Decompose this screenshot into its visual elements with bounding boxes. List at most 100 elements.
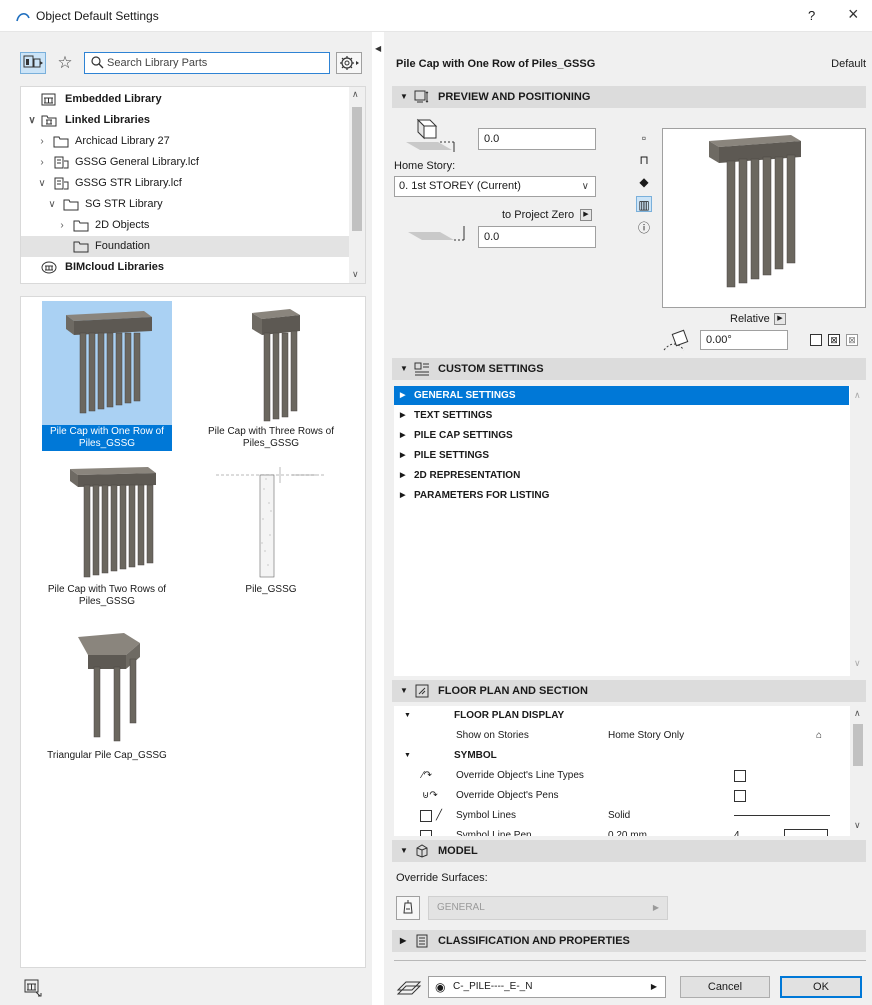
- plan-view-icon[interactable]: ▫: [636, 130, 652, 146]
- symbol-line-icon: ╱: [436, 810, 443, 821]
- top-offset-input[interactable]: 0.0: [478, 128, 596, 150]
- library-view-icon[interactable]: [20, 52, 46, 74]
- ok-button[interactable]: OK: [780, 976, 862, 998]
- tree-item-2d-objects[interactable]: › 2D Objects: [21, 215, 351, 236]
- collapse-triangle-icon[interactable]: ▼: [400, 86, 408, 108]
- collapse-triangle-icon[interactable]: ▼: [404, 706, 411, 726]
- symbol-line-pen-checkbox[interactable]: [420, 830, 432, 836]
- scrollbar-thumb[interactable]: [853, 724, 863, 766]
- tree-item-linked-libraries[interactable]: ∨ Linked Libraries: [21, 110, 351, 131]
- custom-item-text-settings[interactable]: ▶ TEXT SETTINGS: [394, 406, 849, 425]
- top-offset-icon: [406, 118, 456, 152]
- scrollbar-thumb[interactable]: [352, 107, 362, 231]
- object-tile-three-rows[interactable]: Pile Cap with Three Rows of Piles_GSSG: [191, 301, 351, 451]
- mirror-y-icon[interactable]: ⊠: [846, 334, 858, 346]
- info-icon[interactable]: ⓘ: [636, 220, 652, 236]
- chevron-down-icon[interactable]: ∨: [37, 173, 47, 194]
- panel-splitter[interactable]: ◀: [372, 32, 384, 1005]
- scroll-up-icon[interactable]: ∧: [854, 708, 861, 719]
- tree-item-foundation[interactable]: Foundation: [21, 236, 351, 257]
- layer-select[interactable]: ◉ C-_PILE----_E-_N ▶: [428, 976, 666, 998]
- floor-plan-scrollbar[interactable]: ∧ ∨: [850, 706, 866, 836]
- library-building-icon: [41, 93, 56, 106]
- scroll-up-icon[interactable]: ∧: [352, 89, 359, 100]
- help-button[interactable]: ?: [808, 8, 815, 23]
- tree-item-bimcloud-libraries[interactable]: BIMcloud Libraries: [21, 257, 351, 278]
- chevron-down-icon[interactable]: ∨: [27, 110, 37, 131]
- fp-row-symbol-line-pen[interactable]: Symbol Line Pen 0.20 mm 4: [394, 826, 850, 836]
- custom-item-label: PILE CAP SETTINGS: [414, 430, 513, 441]
- search-field[interactable]: [84, 52, 330, 74]
- expand-triangle-icon[interactable]: ▶: [400, 930, 406, 952]
- home-story-select[interactable]: 0. 1st STOREY (Current) ∨: [394, 176, 596, 197]
- library-settings-gear-icon[interactable]: [336, 52, 362, 74]
- chevron-right-icon[interactable]: ›: [37, 152, 47, 173]
- tree-item-gssg-general[interactable]: › GSSG General Library.lcf: [21, 152, 351, 173]
- library-manager-icon[interactable]: [22, 976, 44, 998]
- collapse-triangle-icon[interactable]: ▼: [404, 746, 411, 766]
- reference-level-arrow-icon[interactable]: ▶: [580, 209, 592, 221]
- custom-item-pile-settings[interactable]: ▶ PILE SETTINGS: [394, 446, 849, 465]
- 3d-view-icon[interactable]: ◆: [636, 174, 652, 190]
- custom-item-2d-representation[interactable]: ▶ 2D REPRESENTATION: [394, 466, 849, 485]
- section-label: PREVIEW AND POSITIONING: [438, 91, 591, 103]
- home-story-label: Home Story:: [394, 160, 456, 172]
- custom-settings-icon: [414, 362, 429, 376]
- chevron-down-icon[interactable]: ∨: [47, 194, 57, 215]
- cancel-button[interactable]: Cancel: [680, 976, 770, 998]
- fp-row-override-line-types[interactable]: ⁄↷ Override Object's Line Types: [394, 766, 850, 786]
- section-model[interactable]: ▼ MODEL: [392, 840, 866, 862]
- fp-group-floor-plan-display[interactable]: ▼ FLOOR PLAN DISPLAY: [394, 706, 850, 726]
- fp-row-override-pens[interactable]: ⊍↷ Override Object's Pens: [394, 786, 850, 806]
- object-tile-two-rows[interactable]: Pile Cap with Two Rows of Piles_GSSG: [27, 459, 187, 609]
- custom-item-pile-cap-settings[interactable]: ▶ PILE CAP SETTINGS: [394, 426, 849, 445]
- scroll-up-icon[interactable]: ∧: [854, 390, 861, 401]
- elevation-view-icon[interactable]: ▥: [636, 196, 652, 212]
- chevron-right-icon[interactable]: ›: [37, 131, 47, 152]
- rotation-angle-input[interactable]: 0.00°: [700, 330, 788, 350]
- fp-row-symbol-lines[interactable]: ╱ Symbol Lines Solid: [394, 806, 850, 826]
- favorites-star-icon[interactable]: ☆: [54, 52, 76, 74]
- scroll-down-icon[interactable]: ∨: [854, 658, 861, 669]
- pen-color-swatch[interactable]: [784, 829, 828, 836]
- tree-item-gssg-str[interactable]: ∨ GSSG STR Library.lcf: [21, 173, 351, 194]
- scroll-down-icon[interactable]: ∨: [854, 820, 861, 831]
- tree-item-archicad-library[interactable]: › Archicad Library 27: [21, 131, 351, 152]
- chevron-right-icon[interactable]: ›: [57, 215, 67, 236]
- scroll-down-icon[interactable]: ∨: [352, 269, 359, 280]
- override-pens-checkbox[interactable]: [734, 790, 746, 802]
- section-classification-and-properties[interactable]: ▶ CLASSIFICATION AND PROPERTIES: [392, 930, 866, 952]
- tree-item-sg-str-library[interactable]: ∨ SG STR Library: [21, 194, 351, 215]
- custom-item-general-settings[interactable]: ▶ GENERAL SETTINGS: [394, 386, 849, 405]
- section-custom-settings[interactable]: ▼ CUSTOM SETTINGS: [392, 358, 866, 380]
- override-line-types-checkbox[interactable]: [734, 770, 746, 782]
- collapse-triangle-icon[interactable]: ▼: [400, 680, 408, 702]
- custom-item-parameters-for-listing[interactable]: ▶ PARAMETERS FOR LISTING: [394, 486, 849, 505]
- collapse-triangle-icon[interactable]: ▼: [400, 840, 408, 862]
- object-tile-pile[interactable]: Pile_GSSG: [191, 459, 351, 597]
- mirror-x-icon[interactable]: ⊠: [828, 334, 840, 346]
- section-preview-and-positioning[interactable]: ▼ PREVIEW AND POSITIONING: [392, 86, 866, 108]
- symbol-lines-checkbox[interactable]: [420, 810, 432, 822]
- paint-bucket-icon[interactable]: [396, 896, 420, 920]
- object-tile-triangular[interactable]: Triangular Pile Cap_GSSG: [27, 625, 187, 763]
- collapse-arrow-icon[interactable]: ◀: [375, 44, 381, 53]
- tree-item-label: Embedded Library: [65, 93, 162, 105]
- fp-group-symbol[interactable]: ▼ SYMBOL: [394, 746, 850, 766]
- expand-triangle-icon: ▶: [400, 452, 406, 459]
- fp-row-show-on-stories[interactable]: Show on Stories Home Story Only ⌂: [394, 726, 850, 746]
- custom-settings-scrollbar[interactable]: ∧ ∨: [850, 386, 866, 676]
- object-thumbnail: [206, 301, 336, 425]
- section-floor-plan-and-section[interactable]: ▼ FLOOR PLAN AND SECTION: [392, 680, 866, 702]
- close-icon[interactable]: ×: [848, 5, 859, 23]
- relative-arrow-icon[interactable]: ▶: [774, 313, 786, 325]
- section-view-icon[interactable]: ⊓: [636, 152, 652, 168]
- tree-item-embedded-library[interactable]: Embedded Library: [21, 89, 351, 110]
- bottom-offset-input[interactable]: 0.0: [478, 226, 596, 248]
- object-tile-one-row[interactable]: Pile Cap with One Row of Piles_GSSG: [27, 301, 187, 451]
- mirror-none-checkbox[interactable]: [810, 334, 822, 346]
- search-input[interactable]: [107, 55, 325, 71]
- tree-scrollbar[interactable]: ∧ ∨: [349, 87, 365, 283]
- collapse-triangle-icon[interactable]: ▼: [400, 358, 408, 380]
- archicad-logo-icon: [16, 13, 30, 22]
